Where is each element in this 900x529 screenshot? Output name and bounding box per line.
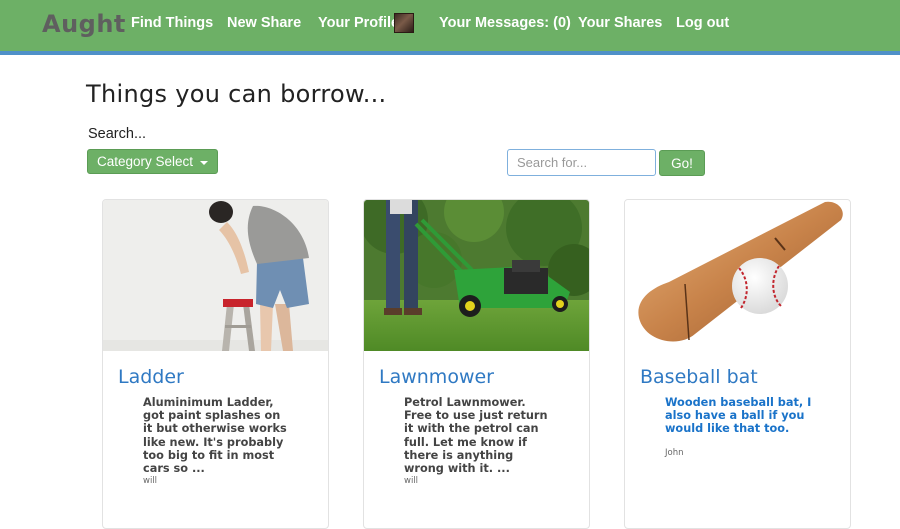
nav-find-things[interactable]: Find Things — [131, 15, 213, 31]
card-title[interactable]: Ladder — [118, 366, 184, 388]
go-button[interactable]: Go! — [659, 150, 705, 176]
category-select-label: Category Select — [96, 154, 194, 169]
page-title: Things you can borrow... — [86, 80, 387, 108]
nav-new-share[interactable]: New Share — [227, 15, 301, 31]
card-description: Aluminimum Ladder, got paint splashes on… — [143, 396, 287, 476]
card-owner: will — [143, 476, 158, 486]
card-title[interactable]: Baseball bat — [640, 366, 758, 388]
search-label: Search... — [88, 126, 147, 142]
baseball-bat-image[interactable] — [625, 200, 850, 351]
card-title[interactable]: Lawnmower — [379, 366, 494, 388]
nav-log-out[interactable]: Log out — [676, 15, 729, 31]
nav-your-messages[interactable]: Your Messages: (0) — [439, 15, 571, 31]
card-description: Petrol Lawnmower. Free to use just retur… — [404, 396, 548, 476]
card-owner: John — [665, 448, 684, 458]
ladder-image[interactable] — [103, 200, 328, 351]
caret-down-icon — [200, 160, 209, 165]
nav-your-shares[interactable]: Your Shares — [578, 15, 662, 31]
card-owner: will — [404, 476, 419, 486]
lawnmower-image[interactable] — [364, 200, 589, 351]
top-navbar: Aught Find Things New Share Your Profile… — [0, 0, 900, 55]
search-input[interactable] — [507, 149, 656, 176]
brand-logo[interactable]: Aught — [42, 10, 126, 38]
item-card-lawnmower[interactable]: Lawnmower Petrol Lawnmower. Free to use … — [363, 199, 590, 529]
card-description: Wooden baseball bat, I also have a ball … — [665, 396, 812, 436]
nav-your-profile[interactable]: Your Profile: — [318, 15, 404, 31]
item-card-ladder[interactable]: Ladder Aluminimum Ladder, got paint spla… — [102, 199, 329, 529]
item-card-baseball-bat[interactable]: Baseball bat Wooden baseball bat, I also… — [624, 199, 851, 529]
category-select-button[interactable]: Category Select — [87, 149, 218, 174]
profile-avatar-icon[interactable] — [394, 13, 414, 33]
